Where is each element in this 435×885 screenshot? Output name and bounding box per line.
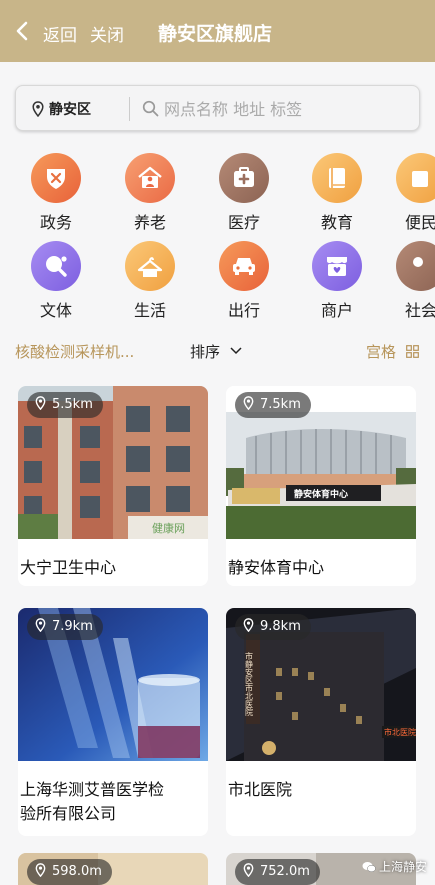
ping-pong-icon	[31, 241, 81, 291]
photo-watermark: 健康网	[152, 521, 185, 535]
location-card[interactable]: 7.9km 上海华测艾普医学检 验所有限公司	[18, 608, 208, 836]
photo-sign-text: 静安体育中心	[294, 488, 348, 500]
location-card[interactable]: 健康网 5.5km 大宁卫生中心	[18, 386, 208, 586]
home-elderly-icon	[125, 153, 175, 203]
category-culture-sports[interactable]: 文体	[21, 241, 91, 321]
location-pin-icon	[32, 101, 44, 117]
location-name: 静安体育中心	[228, 558, 325, 577]
building-vertical-text: 市静安区市北医院	[245, 651, 254, 717]
search-icon	[142, 100, 159, 117]
distance-badge: 9.8km	[235, 614, 311, 640]
location-pin-icon	[243, 396, 254, 411]
location-name: 大宁卫生中心	[20, 558, 117, 577]
society-icon	[396, 241, 435, 291]
filter-category[interactable]: 核酸检测采样机...	[15, 341, 134, 362]
category-label: 便民	[404, 213, 435, 232]
location-name-line: 验所有限公司	[20, 804, 117, 823]
location-card[interactable]: 静安体育中心 7.5km 静安体育中心	[226, 386, 416, 586]
car-icon	[219, 241, 269, 291]
category-label: 教育	[320, 213, 353, 232]
shield-icon	[31, 153, 81, 203]
search-bar: 静安区	[15, 85, 420, 131]
location-pin-icon	[243, 863, 254, 878]
watermark: 上海静安	[362, 858, 427, 875]
search-input[interactable]	[164, 95, 404, 123]
location-pin-icon	[35, 863, 46, 878]
location-name-line: 上海华测艾普医学检	[20, 780, 165, 799]
category-convenience[interactable]: 便民	[386, 153, 435, 233]
distance-text: 7.5km	[260, 397, 301, 412]
close-button[interactable]: 关闭	[90, 21, 124, 46]
category-label: 出行	[227, 301, 260, 320]
location-name: 上海华测艾普医学检 验所有限公司	[20, 778, 164, 826]
search-divider	[129, 97, 130, 121]
category-transport[interactable]: 出行	[209, 241, 279, 321]
wechat-icon	[362, 862, 376, 873]
distance-text: 9.8km	[260, 619, 301, 634]
chevron-down-icon	[230, 347, 242, 355]
distance-text: 752.0m	[260, 864, 310, 879]
sort-label: 排序	[190, 343, 221, 361]
category-label: 社会	[404, 301, 435, 320]
category-education[interactable]: 教育	[302, 153, 372, 233]
category-elderly[interactable]: 养老	[115, 153, 185, 233]
location-pin-icon	[35, 618, 46, 633]
back-button[interactable]: 返回	[43, 21, 77, 46]
location-name: 市北医院	[228, 780, 293, 799]
category-label: 政务	[39, 213, 72, 232]
distance-text: 7.9km	[52, 619, 93, 634]
building-sign: 市北医院	[384, 727, 416, 737]
sort-dropdown[interactable]: 排序	[190, 341, 242, 362]
category-label: 生活	[133, 301, 166, 320]
shop-icon	[312, 241, 362, 291]
medical-kit-icon	[219, 153, 269, 203]
watermark-text: 上海静安	[378, 860, 427, 874]
category-label: 文体	[39, 301, 72, 320]
convenience-icon	[396, 153, 435, 203]
distance-text: 5.5km	[52, 397, 93, 412]
distance-badge: 752.0m	[235, 859, 320, 885]
category-label: 养老	[133, 213, 166, 232]
category-gov[interactable]: 政务	[21, 153, 91, 233]
page-title: 静安区旗舰店	[158, 23, 273, 45]
category-merchant[interactable]: 商户	[302, 241, 372, 321]
location-pin-icon	[243, 618, 254, 633]
location-card[interactable]: 市静安区市北医院 市北医院 9.8km 市北医院	[226, 608, 416, 836]
grid-view-label: 宫格	[366, 343, 397, 361]
distance-text: 598.0m	[52, 864, 102, 879]
distance-badge: 5.5km	[27, 392, 103, 418]
header-bar: 返回 关闭 静安区旗舰店	[0, 0, 435, 62]
book-icon	[312, 153, 362, 203]
location-card[interactable]: 598.0m	[18, 853, 208, 885]
district-selector[interactable]: 静安区	[49, 99, 91, 119]
distance-badge: 7.5km	[235, 392, 311, 418]
distance-badge: 7.9km	[27, 614, 103, 640]
grid-view-toggle[interactable]: 宫格	[366, 341, 419, 362]
distance-badge: 598.0m	[27, 859, 112, 885]
chevron-left-icon[interactable]	[12, 20, 34, 42]
category-label: 商户	[320, 301, 353, 320]
category-society[interactable]: 社会	[386, 241, 435, 321]
category-medical[interactable]: 医疗	[209, 153, 279, 233]
category-label: 医疗	[227, 213, 260, 232]
location-pin-icon	[35, 396, 46, 411]
grid-icon	[405, 345, 419, 358]
category-life[interactable]: 生活	[115, 241, 185, 321]
hanger-icon	[125, 241, 175, 291]
